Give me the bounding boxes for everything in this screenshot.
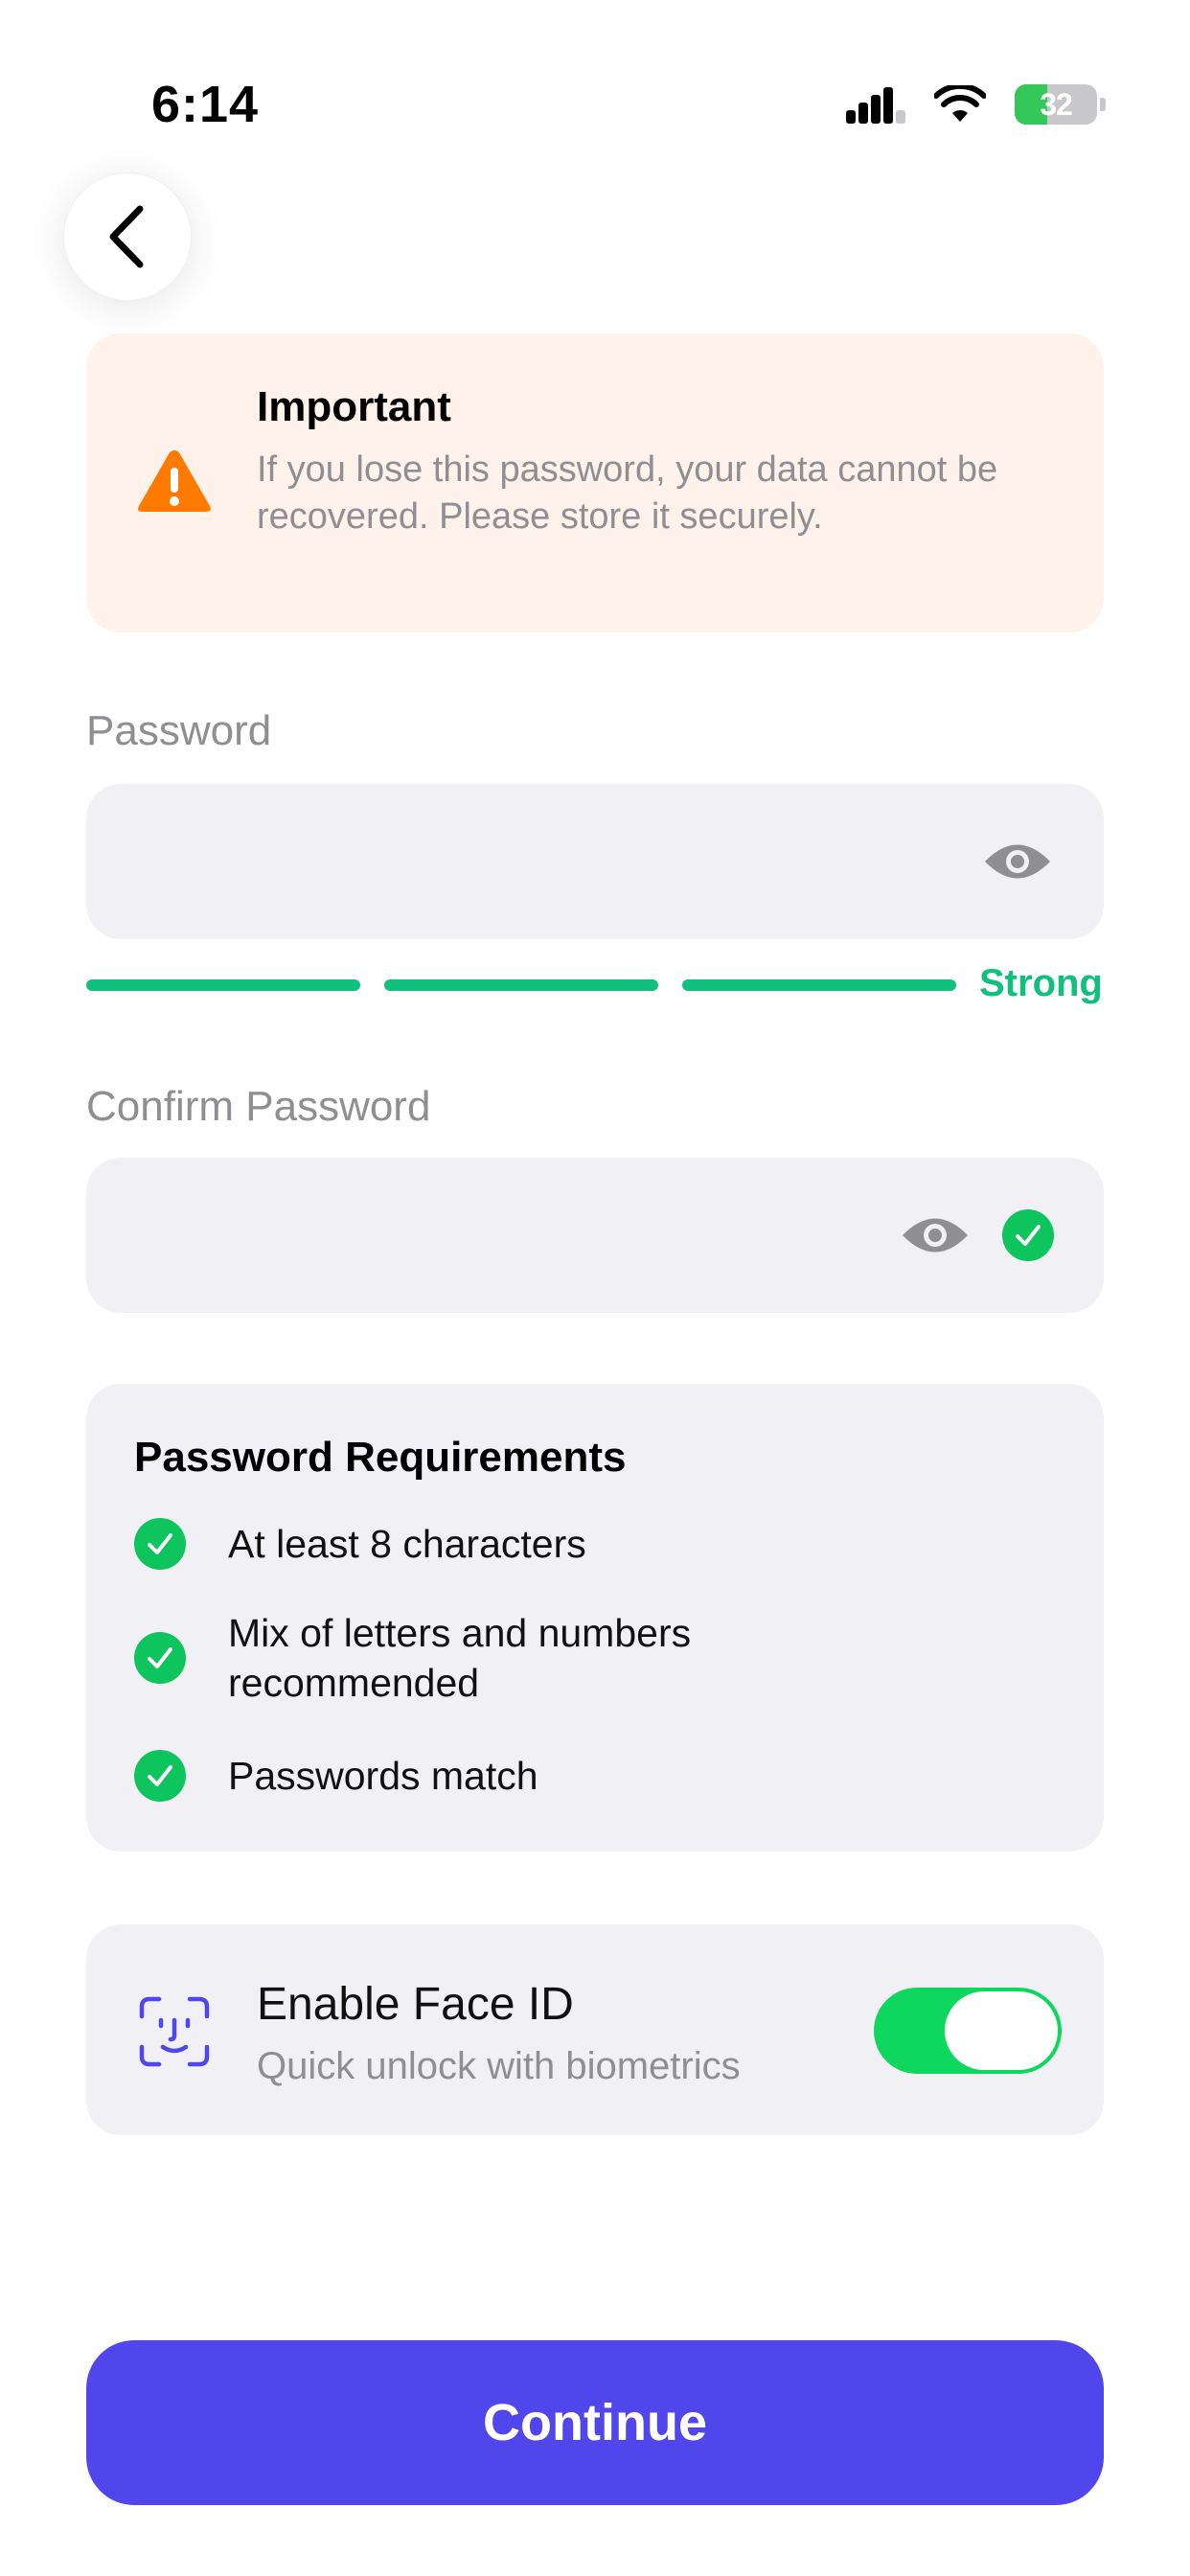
password-label: Password	[86, 707, 272, 754]
confirm-password-label: Confirm Password	[86, 1083, 431, 1130]
face-id-icon	[139, 1996, 210, 2067]
face-id-title: Enable Face ID	[257, 1979, 574, 2030]
password-input-box[interactable]	[86, 784, 1104, 939]
face-id-subtitle: Quick unlock with biometrics	[257, 2045, 741, 2087]
battery-level: 32	[1040, 86, 1073, 122]
battery-icon: 32	[1015, 84, 1097, 125]
match-check-icon	[1002, 1209, 1054, 1261]
confirm-password-input[interactable]	[125, 1158, 891, 1313]
status-bar: 6:14 32	[0, 0, 1190, 144]
list-item: Passwords match	[134, 1750, 538, 1802]
continue-button[interactable]: Continue	[86, 2340, 1104, 2505]
warning-title: Important	[257, 383, 451, 430]
warning-triangle-icon	[138, 450, 211, 512]
requirements-title: Password Requirements	[134, 1434, 627, 1481]
eye-icon[interactable]	[901, 1211, 970, 1259]
requirements-card: Password Requirements At least 8 charact…	[86, 1384, 1104, 1852]
check-circle-icon	[134, 1632, 186, 1684]
requirement-text: Mix of letters and numbers recommended	[228, 1611, 692, 1705]
toggle-knob	[945, 1991, 1058, 2070]
strength-segment-2	[384, 979, 658, 991]
status-icons: 32	[846, 84, 1106, 125]
list-item: At least 8 characters	[134, 1518, 586, 1570]
chevron-left-icon	[109, 205, 144, 268]
check-circle-icon	[134, 1518, 186, 1570]
eye-icon[interactable]	[983, 838, 1052, 886]
strength-label: Strong	[979, 962, 1103, 1004]
status-time: 6:14	[151, 76, 260, 133]
face-id-toggle[interactable]	[874, 1988, 1062, 2074]
strength-segment-3	[682, 979, 956, 991]
wifi-icon	[934, 85, 986, 122]
warning-text: If you lose this password, your data can…	[257, 449, 998, 537]
password-input[interactable]	[125, 784, 891, 939]
cellular-signal-icon	[846, 87, 905, 124]
strength-segment-1	[86, 979, 360, 991]
check-circle-icon	[134, 1750, 186, 1802]
face-id-card[interactable]: Enable Face ID Quick unlock with biometr…	[86, 1924, 1104, 2135]
warning-card: Important If you lose this password, you…	[86, 334, 1104, 632]
requirement-text: Passwords match	[228, 1754, 538, 1798]
confirm-password-input-box[interactable]	[86, 1158, 1104, 1313]
list-item: Mix of letters and numbers recommended	[134, 1608, 822, 1708]
back-button[interactable]	[63, 172, 192, 301]
requirement-text: At least 8 characters	[228, 1522, 586, 1566]
